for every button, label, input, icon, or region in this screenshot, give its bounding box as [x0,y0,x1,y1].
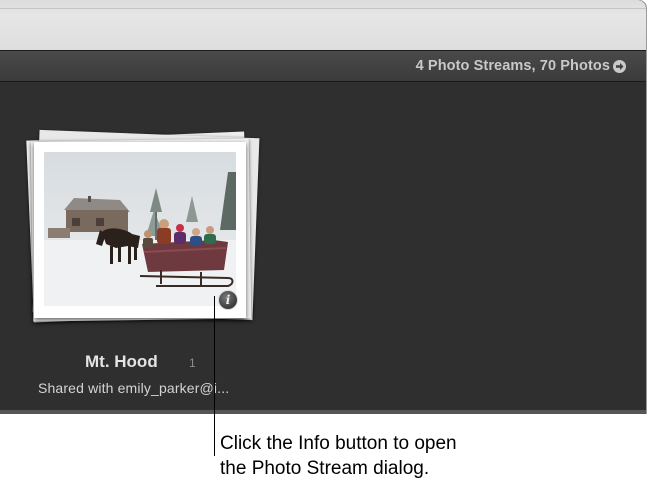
callout-line-2: the Photo Stream dialog. [220,458,430,479]
photo-stream-title: Mt. Hood [85,352,158,371]
callout-text: Click the Info button to open the Photo … [220,431,457,481]
photo-stream-shared-with: Shared with emily_parker@i... [38,380,230,396]
window-toolbar [0,0,646,50]
photo-card[interactable]: i [34,142,246,318]
photo-stream-header: 4 Photo Streams, 70 Photos [0,50,646,82]
photo-stream-count: 1 [189,356,196,370]
right-arrow-circle-icon[interactable] [613,60,626,73]
photo-stream-summary: 4 Photo Streams, 70 Photos [415,58,610,74]
window-bottom-edge [0,410,646,414]
info-icon[interactable]: i [218,290,238,310]
callout-line-1: Click the Info button to open [220,433,457,454]
photo-stream-item[interactable]: i [24,128,260,328]
callout-leader-line [214,296,215,456]
sleigh-ride-photo [44,152,236,306]
